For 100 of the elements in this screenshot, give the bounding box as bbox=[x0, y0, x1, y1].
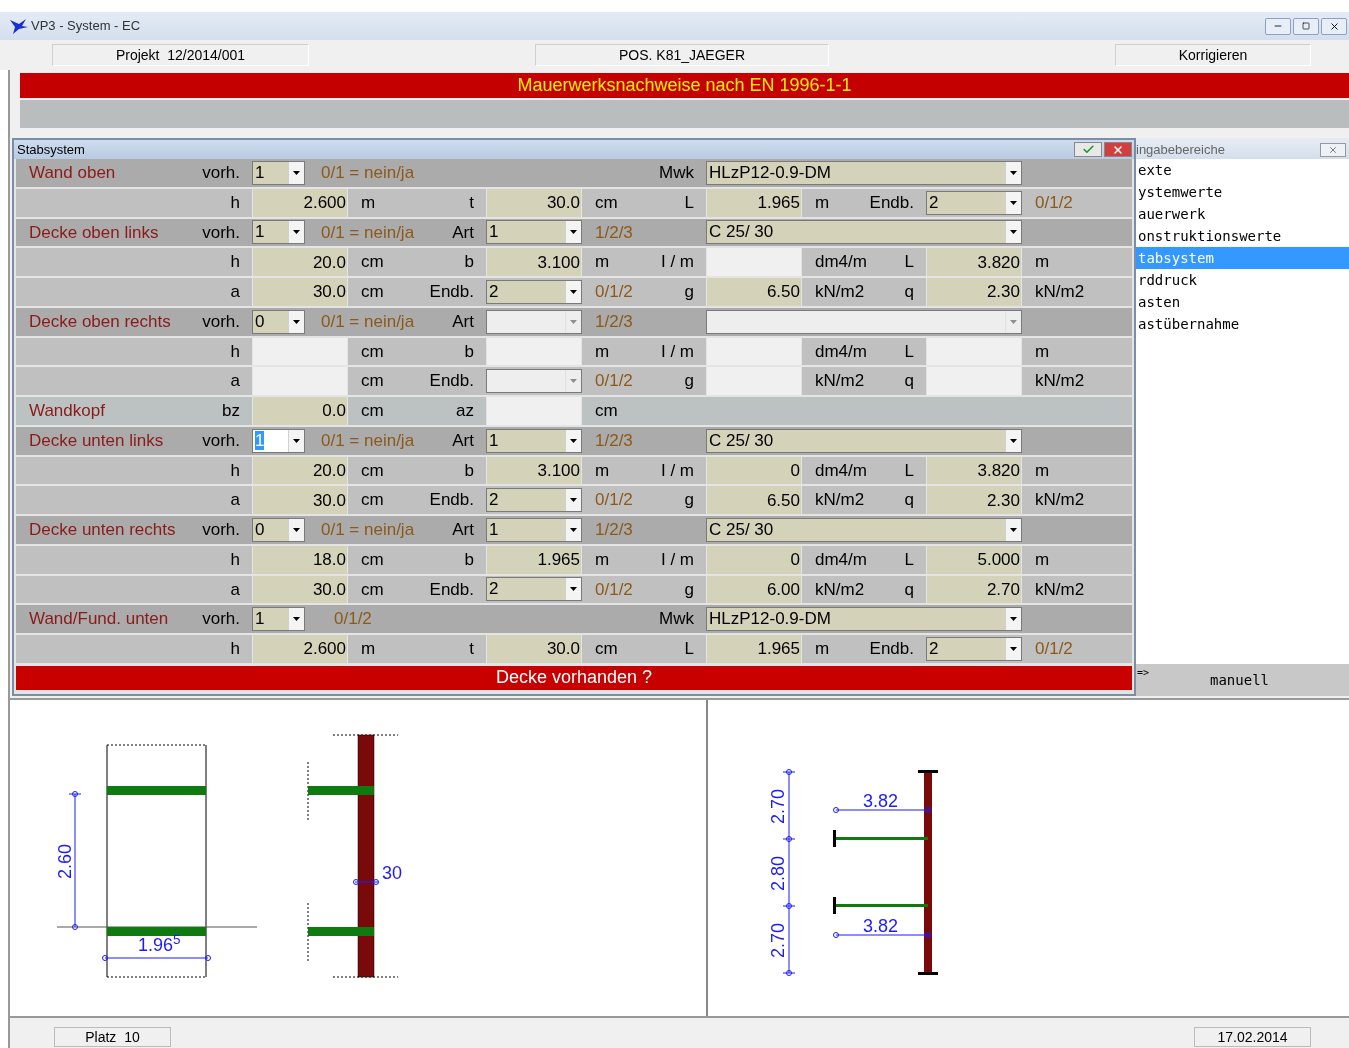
field-label: h bbox=[230, 638, 240, 661]
input-field[interactable]: 30.0 bbox=[252, 575, 348, 604]
list-item[interactable]: exte bbox=[1136, 159, 1349, 181]
input-field[interactable]: 20.0 bbox=[252, 248, 348, 276]
input-field[interactable]: 5.000 bbox=[926, 545, 1022, 574]
dropdown[interactable]: 2 bbox=[926, 190, 1022, 215]
hint-text: 0/1/2 bbox=[595, 281, 633, 304]
dropdown[interactable]: 1 bbox=[486, 517, 582, 542]
minimize-button[interactable] bbox=[1265, 17, 1291, 35]
dropdown[interactable]: 2 bbox=[486, 488, 582, 513]
input-field[interactable]: 1.965 bbox=[706, 188, 802, 217]
field-label: L bbox=[904, 459, 914, 482]
input-field[interactable] bbox=[926, 337, 1022, 366]
list-item[interactable]: rddruck bbox=[1136, 269, 1349, 291]
field-label: b bbox=[464, 459, 474, 482]
dropdown[interactable] bbox=[706, 309, 1022, 334]
section-title: Wand oben bbox=[29, 162, 116, 185]
list-item[interactable]: auerwerk bbox=[1136, 203, 1349, 225]
input-field[interactable]: 3.100 bbox=[486, 456, 582, 485]
input-field[interactable]: 2.30 bbox=[926, 486, 1022, 514]
hint-text: 1/2/3 bbox=[595, 310, 633, 333]
input-field[interactable] bbox=[486, 397, 582, 425]
dimension-label: 1.96$^{5}$ bbox=[138, 935, 181, 955]
input-field[interactable]: 6.50 bbox=[706, 486, 802, 514]
input-field[interactable] bbox=[926, 367, 1022, 395]
dropdown[interactable] bbox=[486, 369, 582, 394]
dropdown[interactable] bbox=[486, 309, 582, 334]
field-label: Endb. bbox=[869, 638, 914, 661]
dropdown[interactable]: 1 bbox=[252, 607, 305, 632]
caret-icon bbox=[1010, 617, 1017, 622]
input-field[interactable] bbox=[252, 367, 348, 395]
input-field[interactable]: 30.0 bbox=[252, 278, 348, 306]
dropdown[interactable]: C 25/ 30 bbox=[706, 220, 1022, 245]
caret-icon bbox=[293, 319, 300, 324]
input-field[interactable]: 20.0 bbox=[252, 456, 348, 485]
input-field[interactable]: 30.0 bbox=[486, 635, 582, 663]
dropdown[interactable]: 1 bbox=[486, 220, 582, 245]
list-item[interactable]: onstruktionswerte bbox=[1136, 225, 1349, 247]
input-field[interactable]: 0 bbox=[706, 545, 802, 574]
input-field[interactable] bbox=[706, 367, 802, 395]
input-field[interactable]: 6.00 bbox=[706, 575, 802, 604]
input-field[interactable]: 0 bbox=[706, 456, 802, 485]
dropdown[interactable]: 1 bbox=[486, 428, 582, 453]
input-field[interactable]: 6.50 bbox=[706, 278, 802, 306]
input-field[interactable]: 2.600 bbox=[252, 188, 348, 217]
input-field[interactable]: 2.30 bbox=[926, 278, 1022, 306]
dropdown[interactable]: 2 bbox=[926, 636, 1022, 661]
input-field[interactable]: 2.70 bbox=[926, 575, 1022, 604]
dropdown[interactable]: 1 bbox=[252, 220, 305, 245]
list-item[interactable]: astübernahme bbox=[1136, 313, 1349, 335]
input-field[interactable]: 0.0 bbox=[252, 397, 348, 425]
bird-logo-icon bbox=[10, 18, 28, 34]
input-field[interactable]: 1.965 bbox=[706, 635, 802, 663]
close-button[interactable] bbox=[1104, 142, 1132, 157]
dropdown[interactable]: 0 bbox=[252, 517, 305, 542]
input-field[interactable]: 2.600 bbox=[252, 635, 348, 663]
dropdown[interactable]: 1 bbox=[252, 160, 305, 185]
unit-label: cm bbox=[361, 548, 384, 571]
field-label: vorh. bbox=[202, 162, 240, 185]
caret-icon bbox=[1010, 319, 1017, 324]
dropdown[interactable]: 0 bbox=[252, 309, 305, 334]
field-label: Art bbox=[452, 310, 474, 333]
field-label: Endb. bbox=[429, 578, 474, 601]
confirm-button[interactable] bbox=[1074, 142, 1102, 157]
field-label: I / m bbox=[660, 340, 694, 363]
dimension-label: 3.82 bbox=[863, 916, 899, 936]
input-field[interactable] bbox=[252, 337, 348, 366]
dropdown[interactable]: C 25/ 30 bbox=[706, 517, 1022, 542]
unit-label: m bbox=[1035, 548, 1050, 571]
close-button[interactable] bbox=[1321, 17, 1347, 35]
input-field[interactable]: 1.965 bbox=[486, 545, 582, 574]
input-field[interactable]: 3.100 bbox=[486, 248, 582, 276]
field-label: Endb. bbox=[429, 281, 474, 304]
unit-label: m bbox=[815, 638, 830, 661]
input-field[interactable]: 30.0 bbox=[252, 486, 348, 514]
hint-text: 0/1/2 bbox=[595, 370, 633, 393]
input-field[interactable] bbox=[486, 337, 582, 366]
dimension-label: 30 bbox=[382, 863, 403, 883]
hint-text: 0/1/2 bbox=[595, 578, 633, 601]
dropdown[interactable]: 2 bbox=[486, 279, 582, 304]
input-field[interactable]: 30.0 bbox=[486, 188, 582, 217]
dropdown[interactable]: HLzP12-0.9-DM bbox=[706, 160, 1022, 185]
dropdown[interactable]: 2 bbox=[486, 577, 582, 602]
dropdown[interactable]: C 25/ 30 bbox=[706, 428, 1022, 453]
maximize-button[interactable] bbox=[1293, 17, 1319, 35]
dropdown[interactable]: HLzP12-0.9-DM bbox=[706, 607, 1022, 632]
input-field[interactable] bbox=[706, 248, 802, 276]
input-field[interactable]: 18.0 bbox=[252, 545, 348, 574]
list-item[interactable]: asten bbox=[1136, 291, 1349, 313]
input-field[interactable]: 3.820 bbox=[926, 248, 1022, 276]
hint-text: 0/1 = nein/ja bbox=[321, 519, 415, 542]
unit-label: m bbox=[595, 340, 610, 363]
input-field[interactable]: 3.820 bbox=[926, 456, 1022, 485]
list-item[interactable]: ystemwerte bbox=[1136, 181, 1349, 203]
arrow-label: => bbox=[1137, 666, 1150, 680]
close-button[interactable] bbox=[1320, 142, 1346, 157]
field-label: h bbox=[230, 548, 240, 571]
dimension-label: 2.70 bbox=[767, 922, 790, 958]
field-label: q bbox=[904, 489, 914, 512]
input-field[interactable] bbox=[706, 337, 802, 366]
